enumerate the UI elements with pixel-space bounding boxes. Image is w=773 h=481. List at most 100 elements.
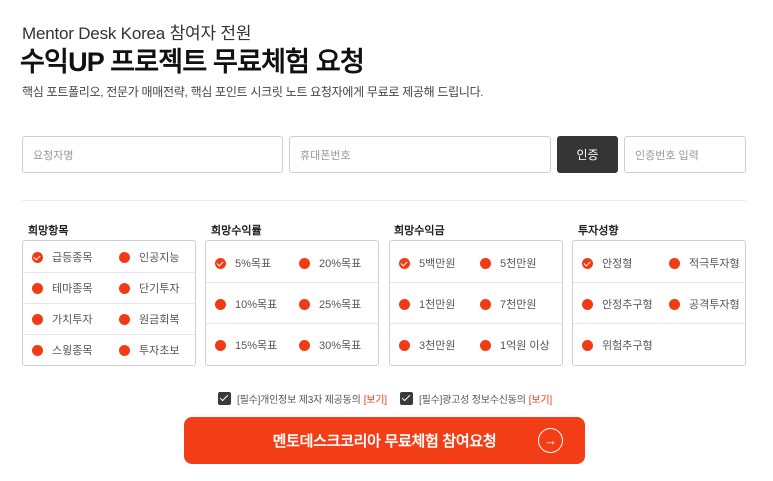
radio-icon bbox=[480, 257, 491, 269]
option-item[interactable]: 위험추구형 bbox=[582, 337, 653, 353]
radio-icon bbox=[299, 257, 310, 269]
marketing-consent[interactable]: [필수]광고성 정보수신동의 [보기] bbox=[400, 391, 552, 406]
option-item[interactable]: 테마종목 bbox=[32, 280, 92, 296]
radio-icon bbox=[669, 298, 680, 310]
page-title: 수익UP 프로젝트 무료체험 요청 bbox=[20, 47, 365, 77]
option-item[interactable]: 5천만원 bbox=[480, 255, 536, 271]
section-divider bbox=[22, 200, 746, 201]
option-item[interactable]: 단기투자 bbox=[119, 280, 179, 296]
option-item[interactable]: 5백만원 bbox=[399, 255, 455, 271]
radio-icon bbox=[32, 313, 43, 325]
group-box-return-rate: 5%목표 20%목표 10%목표 25%목표 15%목표 30%목표 bbox=[205, 240, 379, 366]
row-divider bbox=[23, 272, 195, 273]
radio-icon bbox=[399, 298, 410, 310]
option-label: 25%목표 bbox=[319, 299, 362, 311]
radio-icon bbox=[480, 298, 491, 310]
checked-radio-icon bbox=[32, 251, 43, 263]
option-item[interactable]: 1천만원 bbox=[399, 296, 455, 312]
row-divider bbox=[23, 303, 195, 304]
verification-code-placeholder: 인증번호 입력 bbox=[635, 149, 699, 162]
group-title-profit-amount: 희망수익금 bbox=[394, 225, 445, 237]
row-divider bbox=[390, 323, 562, 324]
radio-icon bbox=[299, 298, 310, 310]
option-label: 인공지능 bbox=[139, 252, 180, 264]
view-terms-link[interactable]: [보기] bbox=[529, 391, 552, 406]
verify-button[interactable]: 인증 bbox=[557, 136, 618, 173]
option-item[interactable]: 20%목표 bbox=[299, 255, 361, 271]
group-title-return-rate: 희망수익률 bbox=[211, 225, 262, 237]
row-divider bbox=[206, 282, 378, 283]
option-label: 5천만원 bbox=[500, 258, 537, 270]
radio-icon bbox=[215, 339, 226, 351]
option-label: 테마종목 bbox=[52, 283, 93, 295]
checked-radio-icon bbox=[215, 257, 226, 269]
option-label: 5%목표 bbox=[235, 258, 272, 270]
option-label: 급등종목 bbox=[52, 252, 93, 264]
option-label: 30%목표 bbox=[319, 340, 362, 352]
option-label: 10%목표 bbox=[235, 299, 278, 311]
checked-radio-icon bbox=[582, 257, 593, 269]
option-item[interactable]: 원금회복 bbox=[119, 311, 179, 327]
option-item[interactable]: 1억원 이상 bbox=[480, 337, 550, 353]
row-divider bbox=[23, 334, 195, 335]
group-title-investment-style: 투자성향 bbox=[578, 225, 619, 237]
privacy-third-party-consent[interactable]: [필수]개인정보 제3자 제공동의 [보기] bbox=[218, 391, 387, 406]
option-item[interactable]: 안정형 bbox=[582, 255, 632, 271]
group-box-profit-amount: 5백만원 5천만원 1천만원 7천만원 3천만원 1억원 이상 bbox=[389, 240, 563, 366]
option-label: 위험추구형 bbox=[602, 340, 653, 352]
checkbox-checked-icon[interactable] bbox=[400, 392, 413, 405]
option-item[interactable]: 스윙종목 bbox=[32, 342, 92, 358]
option-item[interactable]: 안정추구형 bbox=[582, 296, 653, 312]
option-label: 1억원 이상 bbox=[500, 340, 550, 352]
option-item[interactable]: 가치투자 bbox=[32, 311, 92, 327]
radio-icon bbox=[119, 251, 130, 263]
page-description: 핵심 포트폴리오, 전문가 매매전략, 핵심 포인트 시크릿 노트 요청자에게 … bbox=[22, 85, 484, 99]
option-item[interactable]: 5%목표 bbox=[215, 255, 271, 271]
option-label: 3천만원 bbox=[419, 340, 456, 352]
submit-button-label: 멘토데스크코리아 무료체험 참여요청 bbox=[272, 433, 497, 450]
name-input-placeholder: 요청자명 bbox=[33, 149, 74, 162]
option-item[interactable]: 30%목표 bbox=[299, 337, 361, 353]
option-label: 7천만원 bbox=[500, 299, 537, 311]
radio-icon bbox=[399, 339, 410, 351]
option-label: 투자초보 bbox=[139, 345, 180, 357]
option-label: 원금회복 bbox=[139, 314, 180, 326]
radio-icon bbox=[582, 339, 593, 351]
phone-input[interactable]: 휴대폰번호 bbox=[289, 136, 551, 173]
row-divider bbox=[573, 323, 745, 324]
radio-icon bbox=[480, 339, 491, 351]
option-item[interactable]: 10%목표 bbox=[215, 296, 277, 312]
group-title-items: 희망항목 bbox=[28, 225, 69, 237]
option-item[interactable]: 25%목표 bbox=[299, 296, 361, 312]
option-item[interactable]: 공격투자형 bbox=[669, 296, 740, 312]
checkbox-checked-icon[interactable] bbox=[218, 392, 231, 405]
arrow-right-circle-icon: → bbox=[538, 428, 563, 453]
consent-label: [필수]광고성 정보수신동의 bbox=[419, 395, 526, 406]
verification-code-input[interactable]: 인증번호 입력 bbox=[624, 136, 746, 173]
radio-icon bbox=[669, 257, 680, 269]
radio-icon bbox=[32, 282, 43, 294]
option-item[interactable]: 투자초보 bbox=[119, 342, 179, 358]
option-label: 스윙종목 bbox=[52, 345, 93, 357]
radio-icon bbox=[119, 344, 130, 356]
name-input[interactable]: 요청자명 bbox=[22, 136, 283, 173]
option-item[interactable]: 적극투자형 bbox=[669, 255, 740, 271]
row-divider bbox=[390, 282, 562, 283]
submit-request-button[interactable]: 멘토데스크코리아 무료체험 참여요청 → bbox=[184, 417, 585, 464]
phone-input-placeholder: 휴대폰번호 bbox=[300, 149, 351, 162]
radio-icon bbox=[32, 344, 43, 356]
option-item[interactable]: 3천만원 bbox=[399, 337, 455, 353]
group-box-investment-style: 안정형 적극투자형 안정추구형 공격투자형 위험추구형 bbox=[572, 240, 746, 366]
option-item[interactable]: 인공지능 bbox=[119, 249, 179, 265]
radio-icon bbox=[582, 298, 593, 310]
option-label: 15%목표 bbox=[235, 340, 278, 352]
option-item[interactable]: 15%목표 bbox=[215, 337, 277, 353]
option-item[interactable]: 급등종목 bbox=[32, 249, 92, 265]
option-label: 5백만원 bbox=[419, 258, 456, 270]
radio-icon bbox=[299, 339, 310, 351]
group-box-items: 급등종목 인공지능 테마종목 단기투자 가치투자 원금회복 스윙종목 투자초보 bbox=[22, 240, 196, 366]
option-item[interactable]: 7천만원 bbox=[480, 296, 536, 312]
option-label: 20%목표 bbox=[319, 258, 362, 270]
view-terms-link[interactable]: [보기] bbox=[364, 391, 387, 406]
option-label: 안정형 bbox=[602, 258, 633, 270]
